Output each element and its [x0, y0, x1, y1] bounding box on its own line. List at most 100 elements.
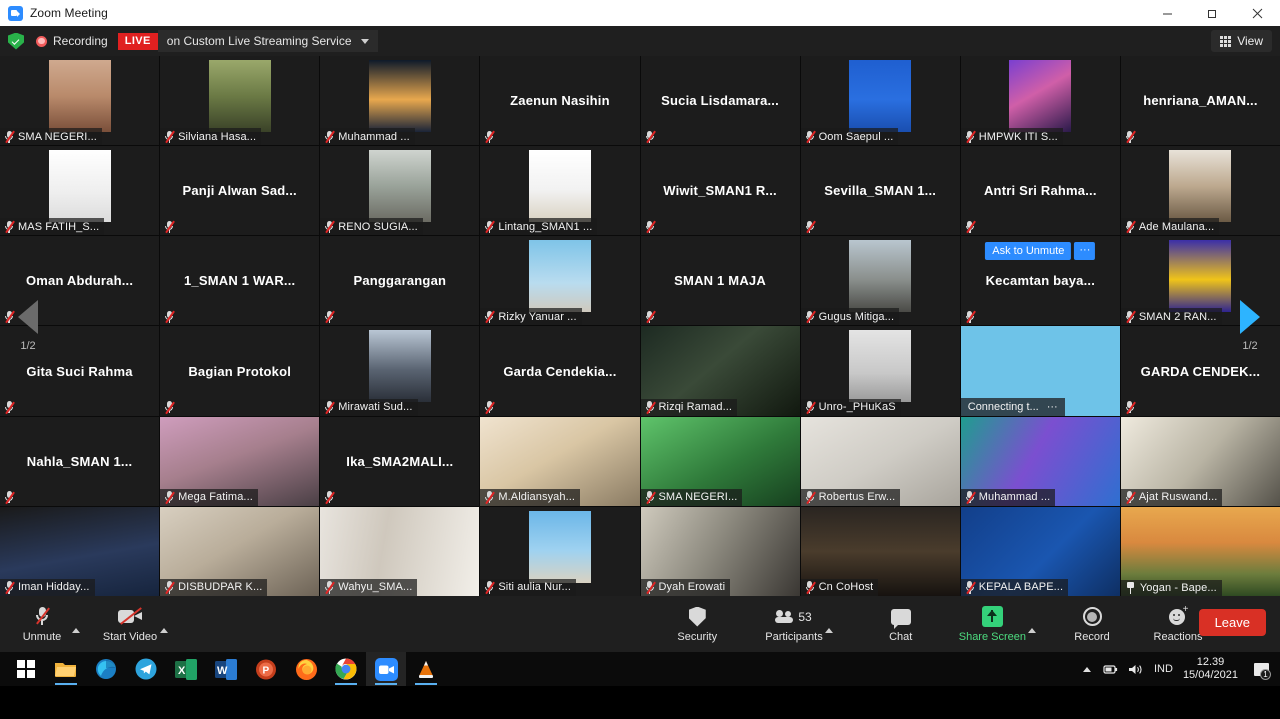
participants-chevron-icon[interactable] — [825, 628, 833, 633]
participant-tile[interactable]: KEPALA BAPE... — [961, 507, 1120, 596]
participant-tile[interactable]: Ade Maulana... — [1121, 146, 1280, 235]
participant-tile[interactable]: Wiwit_SMAN1 R... — [641, 146, 800, 235]
participant-name-label: Muhammad ... — [979, 491, 1051, 503]
audio-options-chevron-icon[interactable] — [72, 628, 80, 633]
participant-tile[interactable]: Yogan - Bape... — [1121, 507, 1280, 596]
taskbar-zoom[interactable] — [366, 652, 406, 686]
recording-dot-icon — [36, 36, 47, 47]
participant-tile[interactable]: Muhammad ... — [961, 417, 1120, 506]
participant-name-bar: Rizqi Ramad... — [641, 399, 738, 416]
taskbar-chrome[interactable] — [326, 652, 366, 686]
participant-tile[interactable]: henriana_AMAN... — [1121, 56, 1280, 145]
participant-name-label: Gugus Mitiga... — [819, 311, 894, 323]
participant-name-bar — [641, 218, 660, 235]
participant-tile[interactable]: SMA NEGERI... — [0, 56, 159, 145]
view-button[interactable]: View — [1211, 30, 1272, 52]
microphone-muted-icon — [645, 581, 655, 594]
ask-to-unmute-button[interactable]: Ask to Unmute — [985, 242, 1071, 260]
participant-tile[interactable]: Panggarangan — [320, 236, 479, 325]
participant-tile[interactable]: SMAN 1 MAJA — [641, 236, 800, 325]
firefox-icon — [295, 658, 318, 681]
participant-tile[interactable]: SMA NEGERI... — [641, 417, 800, 506]
more-options-icon[interactable]: ··· — [1074, 242, 1095, 260]
taskbar-telegram[interactable] — [126, 652, 166, 686]
participant-tile[interactable]: Oom Saepul ... — [801, 56, 960, 145]
security-button[interactable]: Security — [669, 599, 725, 649]
minimize-button[interactable] — [1145, 0, 1190, 26]
record-button[interactable]: Record — [1064, 599, 1120, 649]
participant-tile[interactable]: Dyah Erowati — [641, 507, 800, 596]
participant-tile[interactable]: Zaenun Nasihin — [480, 56, 639, 145]
participant-tile[interactable]: Connecting t...··· — [961, 326, 1120, 415]
participant-tile[interactable]: Silviana Hasa... — [160, 56, 319, 145]
speaker-icon[interactable] — [1128, 663, 1144, 676]
participant-tile[interactable]: Nahla_SMAN 1... — [0, 417, 159, 506]
chat-button[interactable]: Chat — [873, 599, 929, 649]
battery-icon[interactable] — [1101, 664, 1118, 675]
participant-tile[interactable]: Robertus Erw... — [801, 417, 960, 506]
gallery-next-button[interactable]: 1/2 — [1230, 300, 1270, 352]
video-options-chevron-icon[interactable] — [160, 628, 168, 633]
participant-tile[interactable]: Mirawati Sud... — [320, 326, 479, 415]
taskbar-word[interactable]: W — [206, 652, 246, 686]
chevron-up-icon[interactable] — [1083, 667, 1091, 672]
participant-tile[interactable]: DISBUDPAR K... — [160, 507, 319, 596]
participant-tile[interactable]: Wahyu_SMA... — [320, 507, 479, 596]
share-screen-button[interactable]: Share Screen — [959, 599, 1026, 649]
participant-tile[interactable]: Gugus Mitiga... — [801, 236, 960, 325]
windows-start-button[interactable] — [6, 652, 46, 686]
live-stream-selector[interactable]: on Custom Live Streaming Service — [158, 30, 378, 52]
taskbar-file-explorer[interactable] — [46, 652, 86, 686]
participants-group: 53 Participants — [765, 599, 832, 649]
participant-tile[interactable]: Sucia Lisdamara... — [641, 56, 800, 145]
taskbar-microsoft-edge[interactable] — [86, 652, 126, 686]
participant-tile[interactable]: HMPWK ITI S... — [961, 56, 1120, 145]
windows-start-icon — [17, 660, 35, 678]
participant-tile[interactable]: Siti aulia Nur... — [480, 507, 639, 596]
participant-tile[interactable]: Antri Sri Rahma... — [961, 146, 1120, 235]
taskbar-powerpoint[interactable]: P — [246, 652, 286, 686]
close-button[interactable] — [1235, 0, 1280, 26]
share-options-chevron-icon[interactable] — [1028, 628, 1036, 633]
participant-tile[interactable]: Panji Alwan Sad... — [160, 146, 319, 235]
participant-tile[interactable]: Rizqi Ramad... — [641, 326, 800, 415]
start-video-button[interactable]: Start Video — [102, 599, 158, 649]
participant-tile[interactable]: M.Aldiansyah... — [480, 417, 639, 506]
avatar — [529, 240, 591, 312]
participant-tile[interactable]: Mega Fatima... — [160, 417, 319, 506]
notification-icon[interactable]: 1 — [1248, 652, 1274, 686]
participant-tile[interactable]: 1_SMAN 1 WAR... — [160, 236, 319, 325]
participant-tile[interactable]: Bagian Protokol — [160, 326, 319, 415]
mute-button[interactable]: Unmute — [14, 599, 70, 649]
gallery-prev-button[interactable]: 1/2 — [8, 300, 48, 352]
participant-tile[interactable]: Sevilla_SMAN 1... — [801, 146, 960, 235]
participant-tile[interactable]: MAS FATIH_S... — [0, 146, 159, 235]
maximize-button[interactable] — [1190, 0, 1235, 26]
participant-tile[interactable]: Lintang_SMAN1 ... — [480, 146, 639, 235]
participant-tile[interactable]: Rizky Yanuar ... — [480, 236, 639, 325]
recording-indicator[interactable]: Recording — [36, 34, 108, 48]
participants-button[interactable]: 53 Participants — [765, 599, 822, 649]
participant-tile[interactable]: Garda Cendekia... — [480, 326, 639, 415]
participant-tile[interactable]: Unro-_PHuKaS — [801, 326, 960, 415]
participant-tile[interactable]: Cn CoHost — [801, 507, 960, 596]
more-options-icon[interactable]: ··· — [1047, 401, 1058, 413]
participant-tile[interactable]: Muhammad ... — [320, 56, 479, 145]
participant-tile[interactable]: Ika_SMA2MALI... — [320, 417, 479, 506]
taskbar-excel[interactable]: X — [166, 652, 206, 686]
clock[interactable]: 12.39 15/04/2021 — [1183, 656, 1238, 682]
notification-count: 1 — [1260, 669, 1271, 680]
participant-tile[interactable]: Ajat Ruswand... — [1121, 417, 1280, 506]
participant-tile[interactable]: Iman Hidday... — [0, 507, 159, 596]
taskbar-firefox[interactable] — [286, 652, 326, 686]
participant-tile[interactable]: Kecamtan baya...Ask to Unmute··· — [961, 236, 1120, 325]
live-stream-label: on Custom Live Streaming Service — [167, 34, 352, 48]
reactions-button[interactable]: + Reactions — [1150, 599, 1206, 649]
microphone-muted-icon — [645, 130, 655, 143]
participant-tile[interactable]: RENO SUGIA... — [320, 146, 479, 235]
leave-button[interactable]: Leave — [1199, 609, 1266, 636]
taskbar-vlc[interactable] — [406, 652, 446, 686]
language-indicator[interactable]: IND — [1154, 663, 1173, 675]
chevron-down-icon — [361, 39, 369, 44]
shield-check-icon[interactable] — [8, 33, 24, 50]
